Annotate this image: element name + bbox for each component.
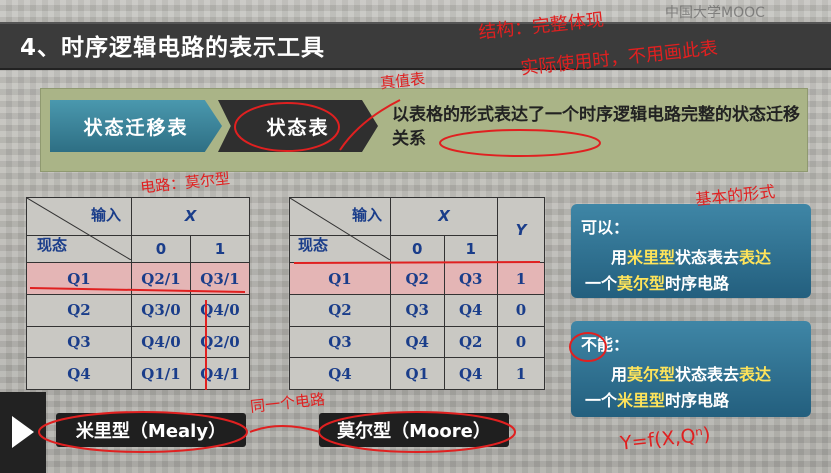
table-row: Q3 Q4/0 Q2/0 <box>26 325 250 359</box>
mooc-logo: 中国大学MOOC <box>665 5 765 21</box>
play-icon <box>12 416 34 448</box>
highlight-express: 表达 <box>739 248 772 267</box>
t2-state: Q3 <box>289 325 391 359</box>
present-state-label: 现态 <box>298 236 329 254</box>
input-label: 输入 <box>351 206 382 224</box>
table-row: Q1 Q2 Q3 1 <box>289 262 545 296</box>
tab-state-table: 状态表 <box>218 100 378 152</box>
text: 时序电路 <box>665 391 730 410</box>
t1-col0: 0 <box>131 234 191 264</box>
cannot-info-box: 不能： 用莫尔型状态表去表达 一个米里型时序电路 <box>571 321 811 417</box>
t2-next1: Q4 <box>443 294 498 327</box>
t2-next1: Q3 <box>443 262 498 296</box>
table-row: Q2 Q3/0 Q4/0 <box>26 294 250 327</box>
t2-next1: Q2 <box>443 325 498 359</box>
t2-output: 0 <box>497 325 545 359</box>
t2-next0: Q2 <box>390 262 445 296</box>
t1-next0: Q2/1 <box>131 262 191 296</box>
t1-next1: Q3/1 <box>190 262 250 296</box>
text: 一个 <box>585 391 618 410</box>
t2-next0: Q4 <box>390 325 445 359</box>
play-button[interactable] <box>0 392 46 473</box>
moore-label: 莫尔型（Moore） <box>319 413 509 447</box>
can-heading: 可以： <box>581 218 630 237</box>
t2-state: Q4 <box>289 357 391 390</box>
cannot-heading: 不能： <box>581 335 630 354</box>
corner-cell: 输入 现态 <box>289 197 391 260</box>
t1-state: Q4 <box>26 357 132 390</box>
text: 状态表去 <box>675 365 740 384</box>
description-text: 以表格的形式表达了一个时序逻辑电路完整的状态迁移关系 <box>392 105 800 149</box>
table-row: Q1 Q2/1 Q3/1 <box>26 262 250 296</box>
highlight-express: 表达 <box>739 365 772 384</box>
text: 用 <box>611 248 628 267</box>
t2-state: Q1 <box>289 262 391 296</box>
highlight-moore: 莫尔型 <box>627 365 676 384</box>
mealy-label: 米里型（Mealy） <box>56 413 246 447</box>
present-state-label: 现态 <box>37 236 68 254</box>
table-row: Q4 Q1 Q4 1 <box>289 357 545 390</box>
t1-col1: 1 <box>190 234 250 264</box>
text: 一个 <box>585 274 618 293</box>
t1-state: Q2 <box>26 294 132 327</box>
t1-state: Q1 <box>26 262 132 296</box>
tab-state-transition-table: 状态迁移表 <box>50 100 222 152</box>
table-row: Q3 Q4 Q2 0 <box>289 325 545 359</box>
table-row: Q4 Q1/1 Q4/1 <box>26 357 250 390</box>
slide-title: 4、时序逻辑电路的表示工具 <box>20 35 326 61</box>
x-label: X <box>131 197 250 236</box>
text: 用 <box>611 365 628 384</box>
table-row: Q2 Q3 Q4 0 <box>289 294 545 327</box>
t1-next0: Q4/0 <box>131 325 191 359</box>
t1-next1: Q4/0 <box>190 294 250 327</box>
text: 状态表去 <box>675 248 740 267</box>
moore-state-table: 输入 现态 X Y 0 1 Q1 Q2 Q3 1 Q2 Q3 Q4 0 Q3 Q… <box>289 196 545 390</box>
t2-col1: 1 <box>443 234 498 264</box>
can-info-box: 可以： 用米里型状态表去表达 一个莫尔型时序电路 <box>571 204 811 298</box>
t1-next0: Q1/1 <box>131 357 191 390</box>
corner-cell: 输入 现态 <box>26 197 132 260</box>
t2-output: 0 <box>497 294 545 327</box>
highlight-mealy: 米里型 <box>627 248 676 267</box>
t2-col0: 0 <box>390 234 445 264</box>
text: 时序电路 <box>665 274 730 293</box>
t2-state: Q2 <box>289 294 391 327</box>
y-label: Y <box>497 196 545 264</box>
t1-next0: Q3/0 <box>131 294 191 327</box>
input-label: 输入 <box>90 206 121 224</box>
highlight-moore: 莫尔型 <box>617 274 666 293</box>
t1-next1: Q4/1 <box>190 357 250 390</box>
mealy-state-table: 输入 现态 X 0 1 Q1 Q2/1 Q3/1 Q2 Q3/0 Q4/0 Q3… <box>26 197 250 390</box>
x-label: X <box>390 197 498 236</box>
t2-next1: Q4 <box>443 357 498 390</box>
t2-output: 1 <box>497 262 545 296</box>
t2-output: 1 <box>497 357 545 390</box>
t2-next0: Q1 <box>390 357 445 390</box>
t2-next0: Q3 <box>390 294 445 327</box>
t1-next1: Q2/0 <box>190 325 250 359</box>
t1-state: Q3 <box>26 325 132 359</box>
highlight-mealy: 米里型 <box>617 391 666 410</box>
